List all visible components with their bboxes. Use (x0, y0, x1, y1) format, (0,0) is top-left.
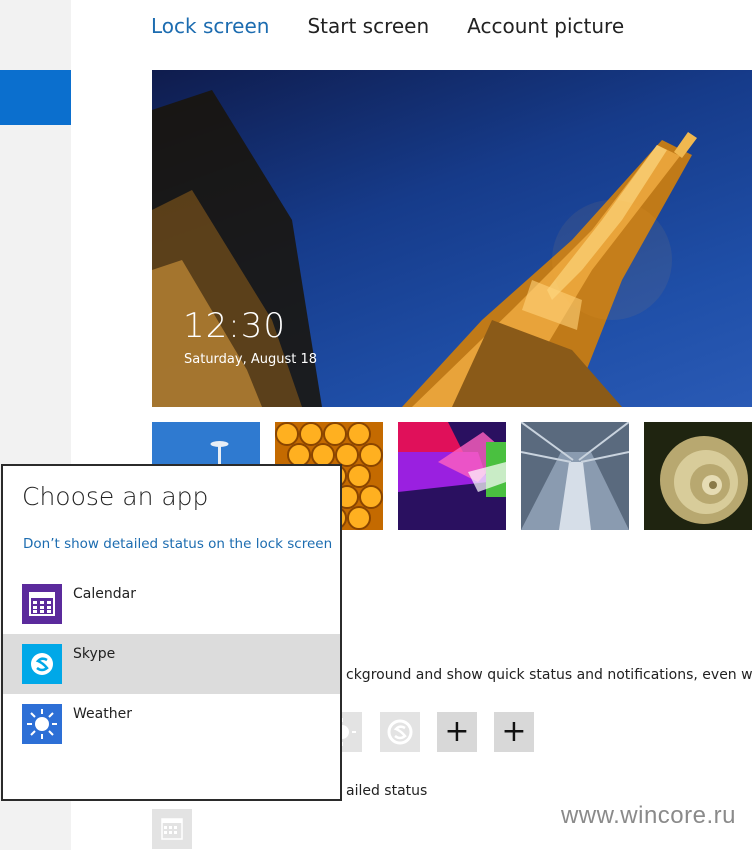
tab-start-screen[interactable]: Start screen (307, 14, 429, 38)
lock-app-slot-4[interactable]: + (494, 712, 534, 752)
app-label-calendar: Calendar (73, 586, 136, 602)
lock-clock-time: 12:30 (183, 306, 286, 346)
skype-icon (22, 644, 62, 684)
thumbnail-tunnel[interactable] (521, 422, 629, 530)
app-option-skype[interactable]: Skype (3, 634, 340, 694)
lock-app-slot-3[interactable]: + (437, 712, 477, 752)
lock-apps-description: ckground and show quick status and notif… (346, 667, 752, 683)
calendar-icon (22, 584, 62, 624)
weather-icon (22, 704, 62, 744)
plus-icon: + (501, 714, 527, 749)
tab-lock-screen[interactable]: Lock screen (151, 14, 269, 38)
watermark: www.wincore.ru (560, 802, 736, 829)
detailed-status-label: ailed status (346, 783, 428, 799)
calendar-icon (161, 818, 183, 840)
choose-app-flyout: Choose an app Don’t show detailed status… (1, 464, 342, 801)
lock-screen-preview: 12:30 Saturday, August 18 (152, 70, 752, 407)
dont-show-status-link[interactable]: Don’t show detailed status on the lock s… (23, 536, 332, 552)
skype-icon (387, 719, 413, 745)
plus-icon: + (444, 714, 470, 749)
lock-clock-date: Saturday, August 18 (184, 352, 318, 367)
app-option-calendar[interactable]: Calendar (3, 574, 340, 634)
detailed-status-app-slot[interactable] (152, 809, 192, 849)
lock-app-slot-2[interactable] (380, 712, 420, 752)
personalize-tabs: Lock screen Start screen Account picture (151, 14, 624, 38)
tab-account-picture[interactable]: Account picture (467, 14, 624, 38)
thumbnail-geometric[interactable] (398, 422, 506, 530)
app-option-weather[interactable]: Weather (3, 694, 340, 754)
thumbnail-nautilus[interactable] (644, 422, 752, 530)
app-label-skype: Skype (73, 646, 116, 662)
flyout-title: Choose an app (22, 482, 209, 511)
left-nav-selected-item[interactable] (0, 70, 71, 125)
app-label-weather: Weather (73, 706, 132, 722)
